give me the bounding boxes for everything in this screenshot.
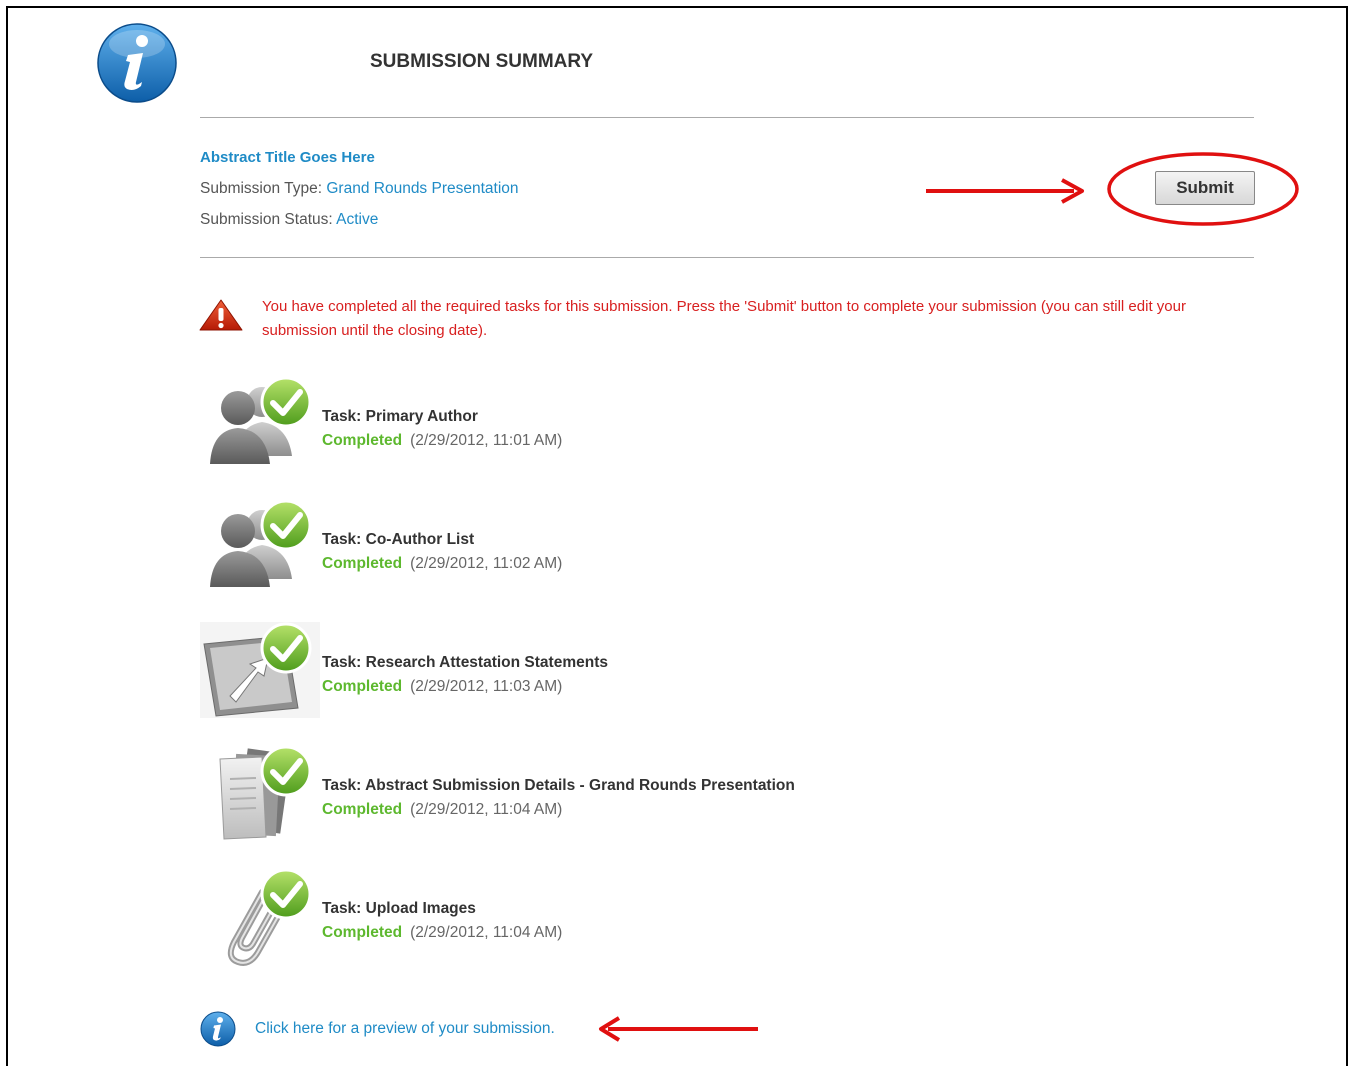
task-name: Task: Abstract Submission Details - Gran… [322,777,795,794]
task-name: Task: Primary Author [322,408,478,425]
coauthor-icon [210,499,312,587]
submission-status: Submission Status: Active [200,211,378,229]
submission-type: Submission Type: Grand Rounds Presentati… [200,180,519,198]
submit-button[interactable]: Submit [1155,171,1255,205]
task-status: Completed (2/29/2012, 11:04 AM) [322,924,562,942]
task-item[interactable]: Task: Upload Images Completed (2/29/2012,… [200,868,1000,978]
task-item[interactable]: Task: Co-Author List Completed (2/29/2012… [200,499,1000,609]
warning-icon [199,299,243,331]
completed-time: (2/29/2012, 11:04 AM) [410,924,563,941]
task-item[interactable]: Task: Abstract Submission Details - Gran… [200,745,1000,855]
task-name: Task: Research Attestation Statements [322,654,608,671]
abstract-title-link[interactable]: Abstract Title Goes Here [200,149,375,166]
completed-time: (2/29/2012, 11:02 AM) [410,555,563,572]
submission-status-label: Submission Status: [200,211,333,228]
info-icon [97,23,177,103]
status-completed: Completed [322,924,403,941]
task-status: Completed (2/29/2012, 11:04 AM) [322,801,562,819]
info-icon [200,1011,236,1047]
task-status: Completed (2/29/2012, 11:03 AM) [322,678,562,696]
status-completed: Completed [322,678,403,695]
task-item[interactable]: Task: Primary Author Completed (2/29/2012… [200,376,1000,486]
author-icon [210,376,312,464]
submission-type-value: Grand Rounds Presentation [326,180,519,197]
completed-time: (2/29/2012, 11:03 AM) [410,678,563,695]
completed-time: (2/29/2012, 11:04 AM) [410,801,563,818]
task-name: Task: Upload Images [322,900,476,917]
status-completed: Completed [322,555,403,572]
submission-type-label: Submission Type: [200,180,323,197]
task-status: Completed (2/29/2012, 11:02 AM) [322,555,562,573]
task-item[interactable]: Task: Research Attestation Statements Co… [200,622,1000,732]
paperclip-icon [227,868,312,966]
documents-icon [219,745,312,840]
page-title: SUBMISSION SUMMARY [370,51,594,72]
completed-time: (2/29/2012, 11:01 AM) [410,432,563,449]
attestation-icon [200,622,320,718]
preview-link[interactable]: Click here for a preview of your submiss… [255,1020,555,1038]
completion-alert: You have completed all the required task… [262,298,1186,339]
task-status: Completed (2/29/2012, 11:01 AM) [322,432,562,450]
divider [200,257,1254,258]
status-completed: Completed [322,432,403,449]
task-name: Task: Co-Author List [322,531,475,548]
divider [200,117,1254,118]
submission-status-value: Active [336,211,379,228]
status-completed: Completed [322,801,403,818]
